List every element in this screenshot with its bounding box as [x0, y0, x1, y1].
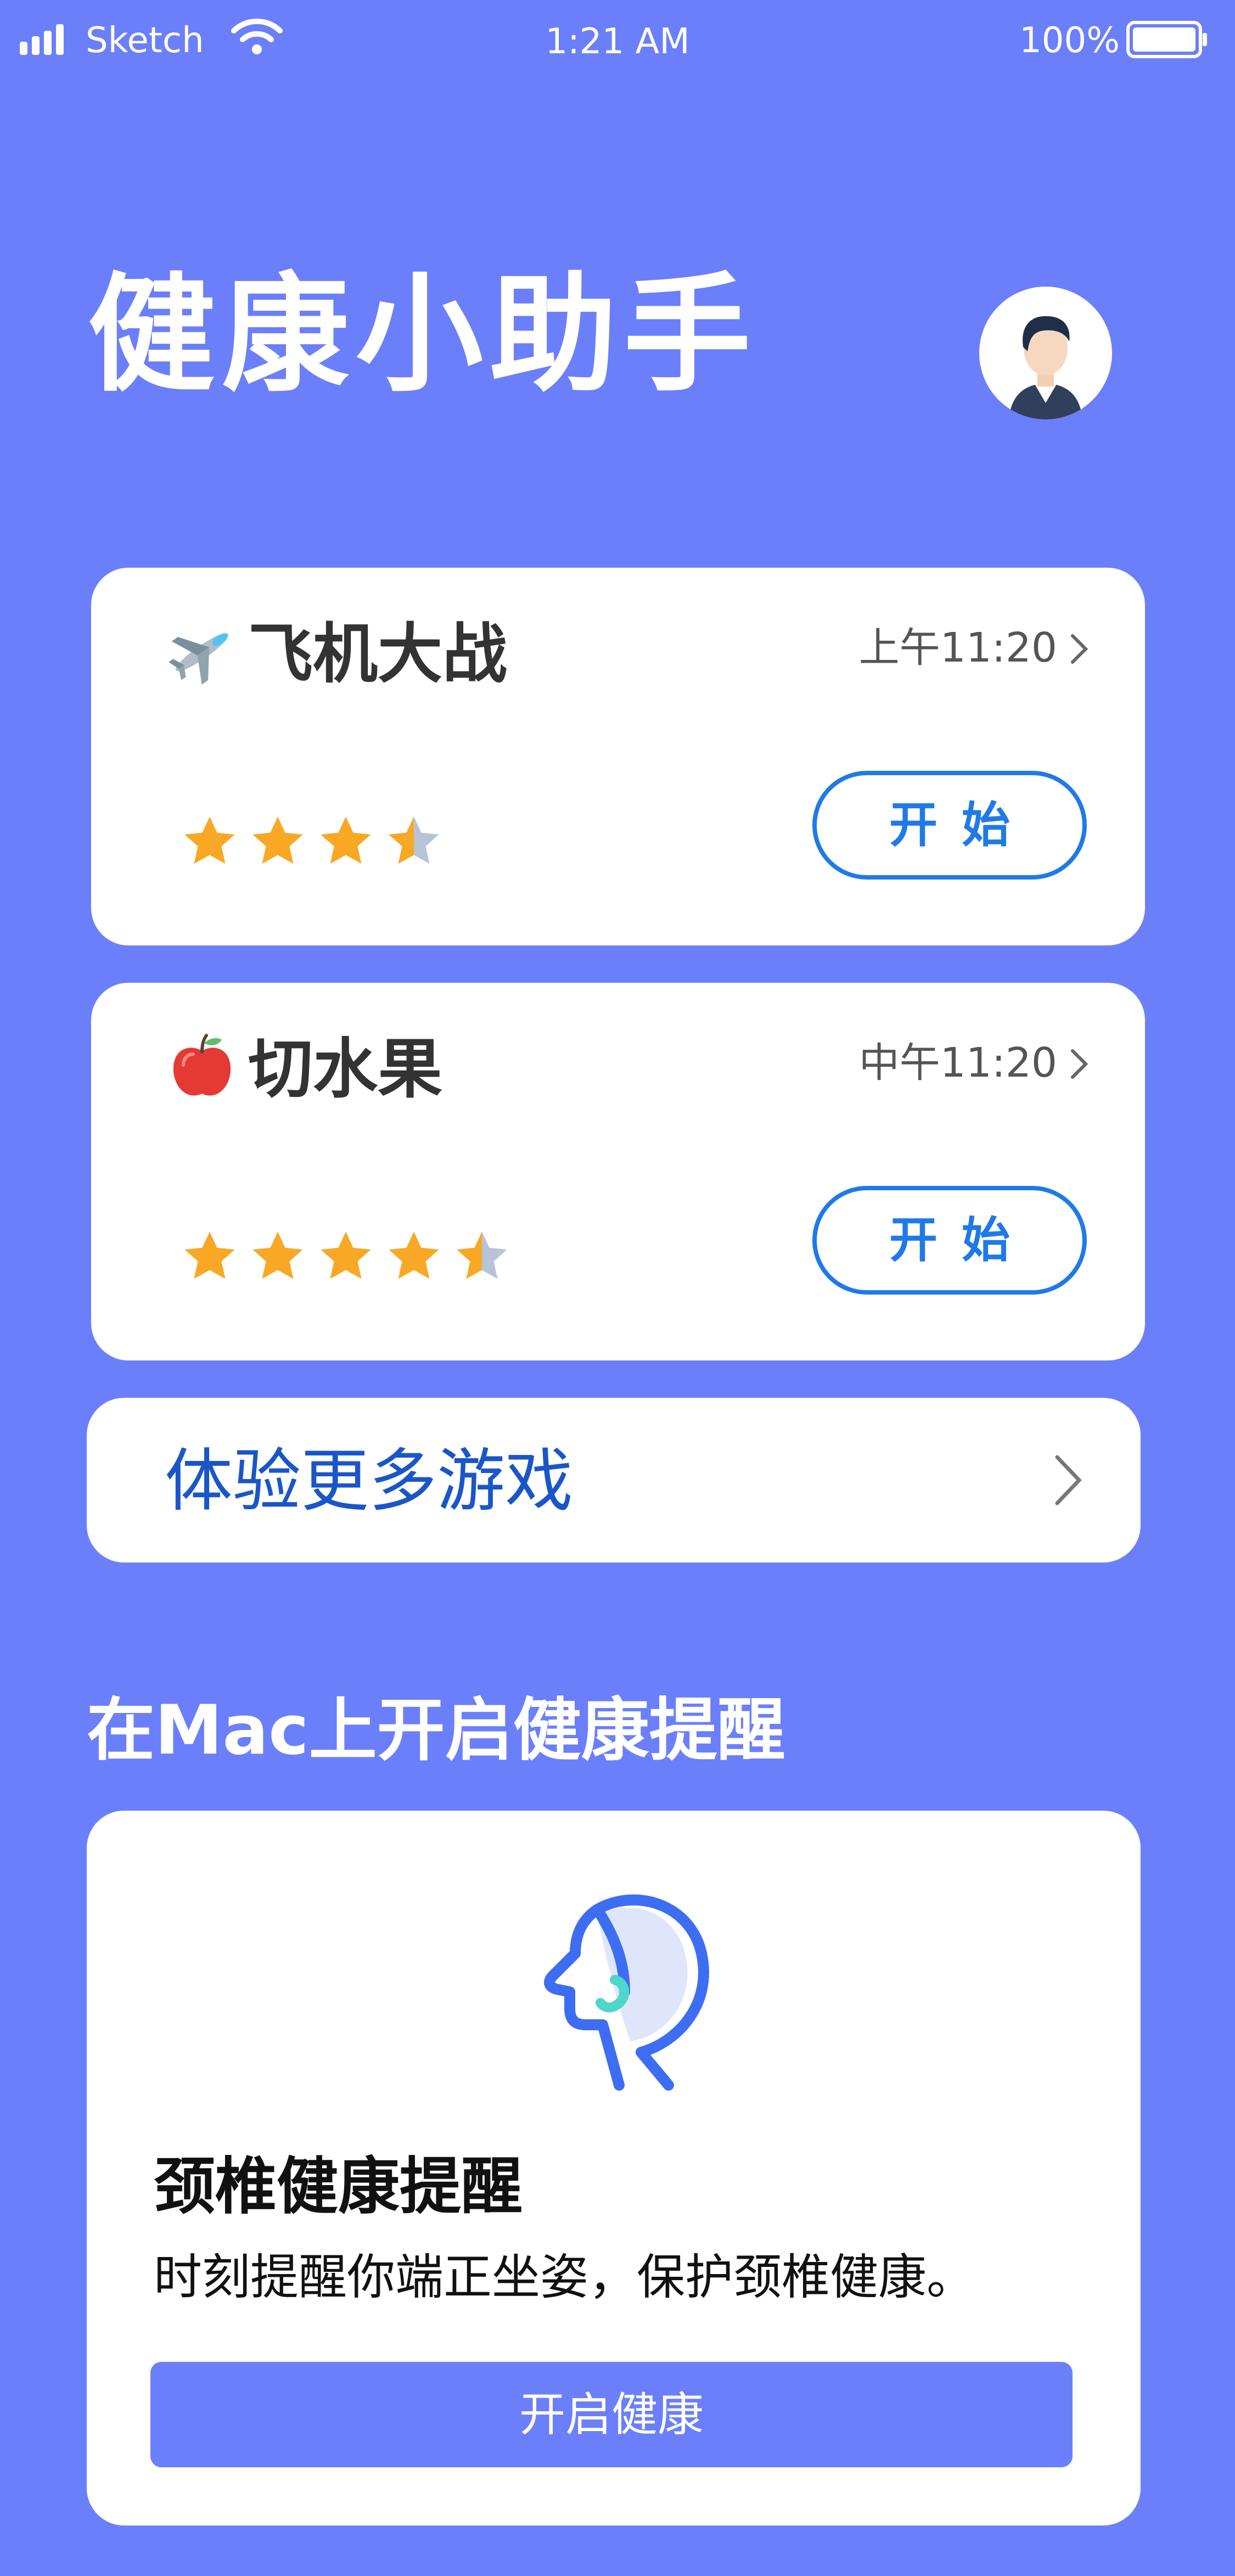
- star-icon: [252, 1231, 303, 1279]
- apple-icon: [173, 1034, 231, 1096]
- chevron-right-icon: [1055, 1455, 1082, 1505]
- airplane-icon: [169, 633, 229, 685]
- enable-health-button[interactable]: 开启健康: [150, 2362, 1073, 2467]
- more-games-label: 体验更多游戏: [165, 1442, 574, 1521]
- game-time: 中午11:20: [858, 1039, 1057, 1087]
- health-title: 颈椎健康提醒: [154, 2151, 523, 2222]
- status-bar: Sketch 1:21 AM 100%: [0, 0, 1235, 82]
- chevron-right-icon: [1071, 634, 1088, 664]
- star-icon: [321, 816, 371, 864]
- star-icon: [184, 816, 235, 864]
- user-avatar-icon: [1009, 316, 1082, 419]
- chevron-right-icon: [1071, 1049, 1088, 1079]
- health-description: 时刻提醒你端正坐姿，保护颈椎健康。: [154, 2249, 975, 2305]
- avatar[interactable]: [979, 287, 1112, 419]
- more-games-row[interactable]: 体验更多游戏: [87, 1398, 1141, 1563]
- start-button[interactable]: 开始: [812, 771, 1087, 880]
- battery-percent: 100%: [1019, 20, 1120, 61]
- star-icon: [252, 816, 303, 864]
- star-icon: [321, 1231, 371, 1279]
- game-title: 切水果: [248, 1031, 443, 1107]
- star-rating: [179, 811, 445, 877]
- start-button[interactable]: 开始: [812, 1186, 1087, 1295]
- battery-icon: [1126, 21, 1207, 58]
- star-icon: [389, 1231, 439, 1279]
- half-star-icon: [457, 1231, 507, 1279]
- game-time: 上午11:20: [858, 624, 1057, 671]
- neck-health-card: 颈椎健康提醒 时刻提醒你端正坐姿，保护颈椎健康。 开启健康: [87, 1811, 1141, 2525]
- section-title: 在Mac上开启健康提醒: [87, 1691, 785, 1770]
- half-star-icon: [389, 816, 439, 864]
- game-card-airplane[interactable]: 飞机大战 上午11:20 开始: [91, 568, 1145, 945]
- head-profile-icon: [544, 1894, 709, 2091]
- star-rating: [179, 1227, 513, 1292]
- star-icon: [184, 1231, 235, 1279]
- game-title: 飞机大战: [248, 616, 508, 692]
- page-title: 健康小助手: [88, 261, 758, 409]
- game-card-fruit[interactable]: 切水果 中午11:20 开始: [91, 983, 1145, 1360]
